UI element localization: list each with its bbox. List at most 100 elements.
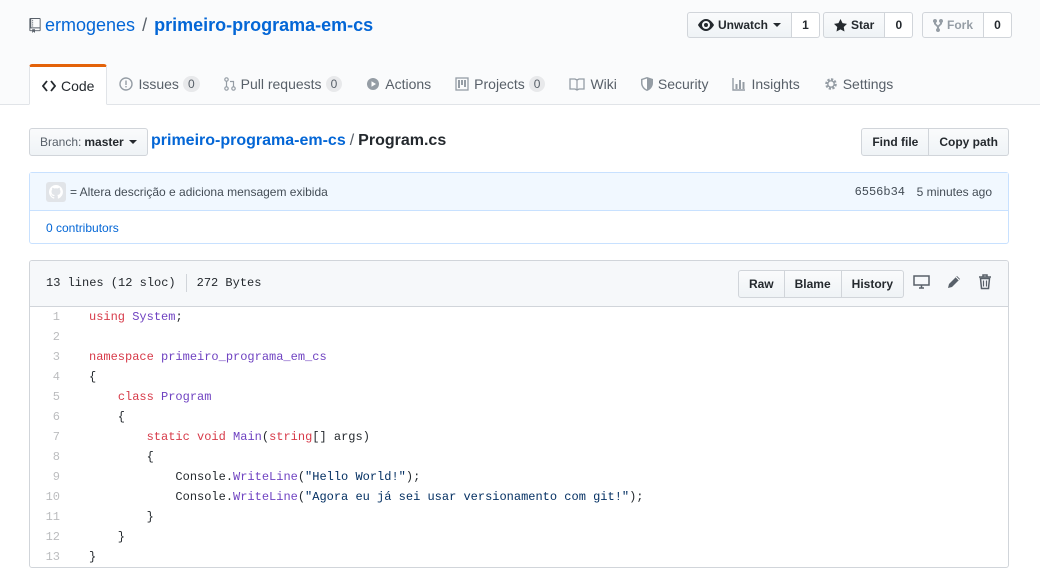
shield-icon xyxy=(640,77,653,91)
file-info-divider xyxy=(185,274,187,292)
line-number[interactable]: 8 xyxy=(30,450,70,464)
file-navigation: Branch: master primeiro-programa-em-cs / P… xyxy=(29,128,1009,156)
code-line: 4{ xyxy=(30,367,1008,387)
code-token: ); xyxy=(629,490,644,504)
history-button[interactable]: History xyxy=(841,270,904,298)
line-number[interactable]: 9 xyxy=(30,470,70,484)
line-number[interactable]: 2 xyxy=(30,330,70,344)
find-file-button[interactable]: Find file xyxy=(861,128,930,156)
code-line: 12 } xyxy=(30,527,1008,547)
watchers-count[interactable]: 1 xyxy=(792,12,821,38)
branch-select-button[interactable]: Branch: master xyxy=(29,128,148,156)
issue-icon xyxy=(119,77,134,91)
code-content: Console.WriteLine("Hello World!"); xyxy=(70,470,420,484)
line-number[interactable]: 10 xyxy=(30,490,70,504)
branch-value: master xyxy=(84,135,124,149)
code-token: Console. xyxy=(89,470,234,484)
unwatch-button[interactable]: Unwatch xyxy=(687,12,793,38)
trash-icon[interactable] xyxy=(978,274,992,290)
repo-nav: Code Issues 0 Pull requests 0 Actions Pr… xyxy=(29,64,906,105)
file-lines-info: 13 lines (12 sloc) xyxy=(46,276,176,290)
code-token: "Hello World!" xyxy=(305,470,406,484)
line-number[interactable]: 6 xyxy=(30,410,70,424)
code-token: { xyxy=(89,450,154,464)
line-number[interactable]: 5 xyxy=(30,390,70,404)
tab-pull-requests[interactable]: Pull requests 0 xyxy=(212,64,355,104)
contributors-link[interactable]: 0 contributors xyxy=(46,221,119,235)
line-number[interactable]: 12 xyxy=(30,530,70,544)
code-icon xyxy=(42,79,56,92)
code-line: 2 xyxy=(30,327,1008,347)
breadcrumb-file: Program.cs xyxy=(358,132,447,149)
project-icon xyxy=(455,77,469,91)
code-content: using System; xyxy=(70,310,183,324)
tab-code[interactable]: Code xyxy=(29,64,108,105)
graph-icon xyxy=(732,78,746,91)
line-number[interactable]: 3 xyxy=(30,350,70,364)
code-line: 13} xyxy=(30,547,1008,567)
tab-wiki[interactable]: Wiki xyxy=(557,64,628,104)
code-line: 8 { xyxy=(30,447,1008,467)
line-number[interactable]: 7 xyxy=(30,430,70,444)
star-label: Star xyxy=(851,18,875,32)
tab-settings[interactable]: Settings xyxy=(812,64,906,104)
star-button[interactable]: Star xyxy=(823,12,886,38)
stars-count[interactable]: 0 xyxy=(885,12,914,38)
branch-label: Branch: xyxy=(40,135,82,149)
file-header: 13 lines (12 sloc) 272 Bytes Raw Blame H… xyxy=(30,261,1008,307)
code-table: 1 using System; 2 3 namespace primeiro_progr… xyxy=(30,307,1008,567)
repo-owner-link[interactable]: ermogenes xyxy=(45,15,135,36)
repo-name-link[interactable]: primeiro-programa-em-cs xyxy=(154,15,373,36)
repo-separator: / xyxy=(142,15,148,35)
blame-button[interactable]: Blame xyxy=(784,270,842,298)
pencil-icon[interactable] xyxy=(946,274,962,290)
breadcrumb-repo-link[interactable]: primeiro-programa-em-cs xyxy=(151,132,346,149)
code-token: static xyxy=(146,430,190,444)
code-token: } xyxy=(89,530,126,544)
line-number[interactable]: 11 xyxy=(30,510,70,524)
tab-projects[interactable]: Projects 0 xyxy=(443,64,557,104)
watch-group: Unwatch 1 xyxy=(687,12,821,38)
copy-path-button[interactable]: Copy path xyxy=(929,128,1009,156)
code-content: } xyxy=(70,510,154,524)
line-number[interactable]: 1 xyxy=(30,310,70,324)
code-token: ( xyxy=(297,470,306,484)
repo-title: ermogenes / primeiro-programa-em-cs xyxy=(29,15,373,36)
desktop-icon[interactable] xyxy=(913,274,930,290)
line-number[interactable]: 4 xyxy=(30,370,70,384)
pull-request-icon xyxy=(223,77,236,91)
commit-message[interactable]: = Altera descrição e adiciona mensagem e… xyxy=(70,185,328,199)
avatar[interactable] xyxy=(46,182,66,202)
chevron-down-icon xyxy=(128,140,137,144)
code-token: { xyxy=(89,410,126,424)
tab-security[interactable]: Security xyxy=(629,64,721,104)
tab-label: Settings xyxy=(842,76,894,92)
code-line: 1 using System; xyxy=(30,307,1008,327)
line-number[interactable]: 13 xyxy=(30,550,70,564)
code-line: 5 class Program xyxy=(30,387,1008,407)
github-mark-icon xyxy=(49,185,63,199)
raw-button[interactable]: Raw xyxy=(737,270,785,298)
code-token: [] args) xyxy=(312,430,370,444)
tab-actions[interactable]: Actions xyxy=(354,64,443,104)
forks-count[interactable]: 0 xyxy=(984,12,1013,38)
tab-issues[interactable]: Issues 0 xyxy=(107,64,211,104)
code-token: namespace xyxy=(89,350,154,364)
tab-insights[interactable]: Insights xyxy=(720,64,811,104)
code-token: WriteLine xyxy=(233,470,298,484)
play-icon xyxy=(367,78,380,90)
code-token: primeiro_programa_em_cs xyxy=(161,350,327,364)
code-token: Main xyxy=(233,430,262,444)
commit-sha[interactable]: 6556b34 xyxy=(855,185,905,199)
file-info: 13 lines (12 sloc) 272 Bytes xyxy=(46,274,262,292)
code-line: 9 Console.WriteLine("Hello World!"); xyxy=(30,467,1008,487)
code-token: ( xyxy=(297,490,306,504)
path-actions: Find file Copy path xyxy=(861,128,1009,156)
code-token: Program xyxy=(161,390,212,404)
file-size: 272 Bytes xyxy=(196,276,262,290)
fork-button[interactable]: Fork xyxy=(922,12,985,38)
code-token: WriteLine xyxy=(233,490,298,504)
